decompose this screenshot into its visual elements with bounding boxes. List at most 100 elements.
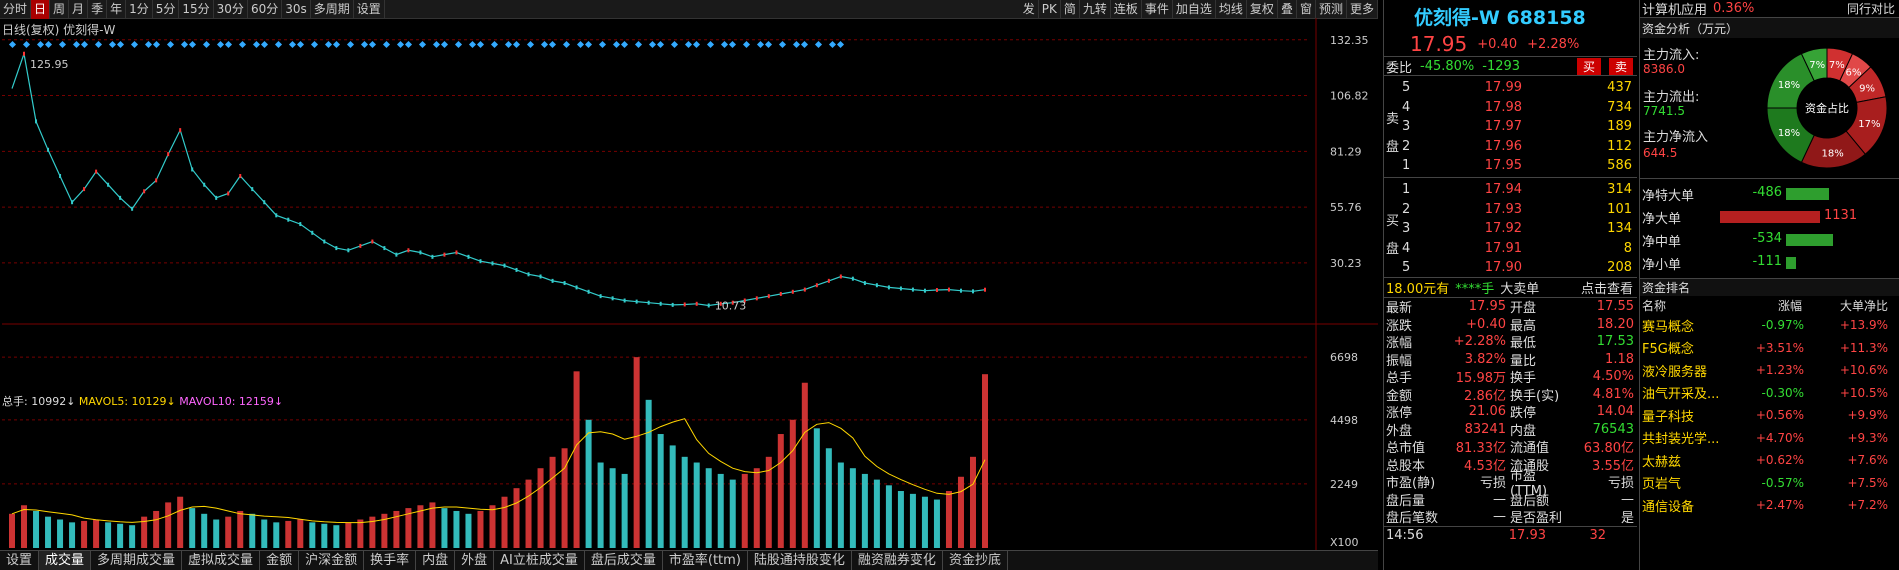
event-marker[interactable]	[728, 40, 737, 49]
event-marker[interactable]	[346, 40, 355, 49]
tool-button[interactable]: 复权	[1247, 0, 1278, 19]
indicator-tab[interactable]: 多周期成交量	[91, 551, 183, 570]
rank-header-net[interactable]: 大单净比	[1802, 297, 1888, 314]
event-marker[interactable]	[720, 40, 729, 49]
rank-row[interactable]: 页岩气 -0.57% +7.5%	[1640, 472, 1899, 495]
compare-link[interactable]: 同行对比	[1847, 0, 1895, 17]
event-marker[interactable]	[202, 40, 211, 49]
event-marker[interactable]	[440, 40, 449, 49]
event-marker[interactable]	[468, 40, 477, 49]
event-marker[interactable]	[404, 40, 413, 49]
indicator-tab[interactable]: AI立桩成交量	[494, 551, 585, 570]
event-marker[interactable]	[656, 40, 665, 49]
tool-button[interactable]: 连板	[1111, 0, 1142, 19]
rank-row[interactable]: 油气开采及... -0.30% +10.5%	[1640, 382, 1899, 405]
event-marker[interactable]	[288, 40, 297, 49]
indicator-tab[interactable]: 资金抄底	[943, 551, 1008, 570]
indicator-tab[interactable]: 盘后成交量	[585, 551, 663, 570]
event-marker[interactable]	[368, 40, 377, 49]
event-marker[interactable]	[828, 40, 837, 49]
event-marker[interactable]	[130, 40, 139, 49]
event-marker[interactable]	[576, 40, 585, 49]
event-marker[interactable]	[296, 40, 305, 49]
buy-button[interactable]: 买	[1576, 57, 1601, 75]
sell-button[interactable]: 卖	[1608, 57, 1633, 75]
event-marker[interactable]	[22, 40, 31, 49]
indicator-tab[interactable]: 陆股通持股变化	[748, 551, 852, 570]
rank-row[interactable]: 液冷服务器 +1.23% +10.6%	[1640, 359, 1899, 382]
period-tab[interactable]: 60分	[248, 0, 283, 19]
order-book-row[interactable]: 1 17.94 314	[1402, 181, 1636, 199]
tool-button[interactable]: 均线	[1216, 0, 1247, 19]
event-marker[interactable]	[72, 40, 81, 49]
event-marker[interactable]	[814, 40, 823, 49]
period-tab[interactable]: 年	[107, 0, 127, 19]
rank-row[interactable]: 共封装光学... +4.70% +9.3%	[1640, 427, 1899, 450]
event-marker[interactable]	[152, 40, 161, 49]
event-marker[interactable]	[476, 40, 485, 49]
rank-row[interactable]: 通信设备 +2.47% +7.2%	[1640, 494, 1899, 517]
event-marker[interactable]	[80, 40, 89, 49]
event-marker[interactable]	[36, 40, 45, 49]
big-order-link[interactable]: 点击查看	[1581, 278, 1633, 297]
event-marker[interactable]	[396, 40, 405, 49]
period-tab[interactable]: 15分	[179, 0, 214, 19]
event-marker[interactable]	[742, 40, 751, 49]
indicator-tab[interactable]: 换手率	[364, 551, 417, 570]
period-tab[interactable]: 分时	[0, 0, 32, 19]
event-marker[interactable]	[360, 40, 369, 49]
period-tab[interactable]: 季	[88, 0, 108, 19]
tool-button[interactable]: 预测	[1316, 0, 1347, 19]
period-tab[interactable]: 30分	[214, 0, 248, 19]
event-marker[interactable]	[252, 40, 261, 49]
event-marker[interactable]	[598, 40, 607, 49]
event-marker[interactable]	[216, 40, 225, 49]
event-marker[interactable]	[432, 40, 441, 49]
event-marker[interactable]	[764, 40, 773, 49]
event-marker[interactable]	[166, 40, 175, 49]
order-book-row[interactable]: 3 17.97 189	[1402, 118, 1636, 136]
tool-button[interactable]: PK	[1039, 0, 1061, 19]
kline-chart[interactable]: 132.35 106.82 81.29 55.76 30.23 125.95 10.73 66…	[0, 18, 1378, 550]
tool-button[interactable]: 更多	[1347, 0, 1378, 19]
event-marker[interactable]	[238, 40, 247, 49]
order-book-row[interactable]: 4 17.91 8	[1402, 240, 1636, 258]
indicator-tab[interactable]: 市盈率(ttm)	[663, 551, 748, 570]
tool-button[interactable]: 发	[1020, 0, 1039, 19]
order-book-row[interactable]: 3 17.92 134	[1402, 220, 1636, 238]
event-marker[interactable]	[454, 40, 463, 49]
indicator-tab[interactable]: 外盘	[455, 551, 495, 570]
event-marker[interactable]	[224, 40, 233, 49]
event-marker[interactable]	[692, 40, 701, 49]
period-tab[interactable]: 月	[69, 0, 89, 19]
rank-header-chg[interactable]: 涨幅	[1732, 297, 1802, 314]
event-marker[interactable]	[778, 40, 787, 49]
period-tab[interactable]: 30s	[282, 0, 311, 19]
rank-row[interactable]: 量子科技 +0.56% +9.9%	[1640, 404, 1899, 427]
event-marker[interactable]	[180, 40, 189, 49]
event-marker[interactable]	[800, 40, 809, 49]
period-tab[interactable]: 5分	[153, 0, 180, 19]
tool-button[interactable]: 简	[1061, 0, 1080, 19]
period-tab[interactable]: 周	[50, 0, 70, 19]
event-marker[interactable]	[620, 40, 629, 49]
event-marker[interactable]	[58, 40, 67, 49]
indicator-tab[interactable]: 融资融券变化	[852, 551, 943, 570]
indicator-tab[interactable]: 虚拟成交量	[182, 551, 261, 570]
period-tab[interactable]: 1分	[126, 0, 153, 19]
event-marker[interactable]	[260, 40, 269, 49]
event-marker[interactable]	[108, 40, 117, 49]
event-marker[interactable]	[188, 40, 197, 49]
tool-button[interactable]: 九转	[1080, 0, 1111, 19]
indicator-tab[interactable]: 设置	[0, 551, 40, 570]
indicator-tab[interactable]: 金额	[260, 551, 300, 570]
event-marker[interactable]	[512, 40, 521, 49]
order-book-row[interactable]: 2 17.93 101	[1402, 201, 1636, 219]
tool-button[interactable]: 窗	[1297, 0, 1316, 19]
tool-button[interactable]: 加自选	[1173, 0, 1216, 19]
event-marker[interactable]	[144, 40, 153, 49]
tool-button[interactable]: 叠	[1278, 0, 1297, 19]
order-book-row[interactable]: 5 17.99 437	[1402, 79, 1636, 97]
event-marker[interactable]	[548, 40, 557, 49]
event-marker[interactable]	[706, 40, 715, 49]
